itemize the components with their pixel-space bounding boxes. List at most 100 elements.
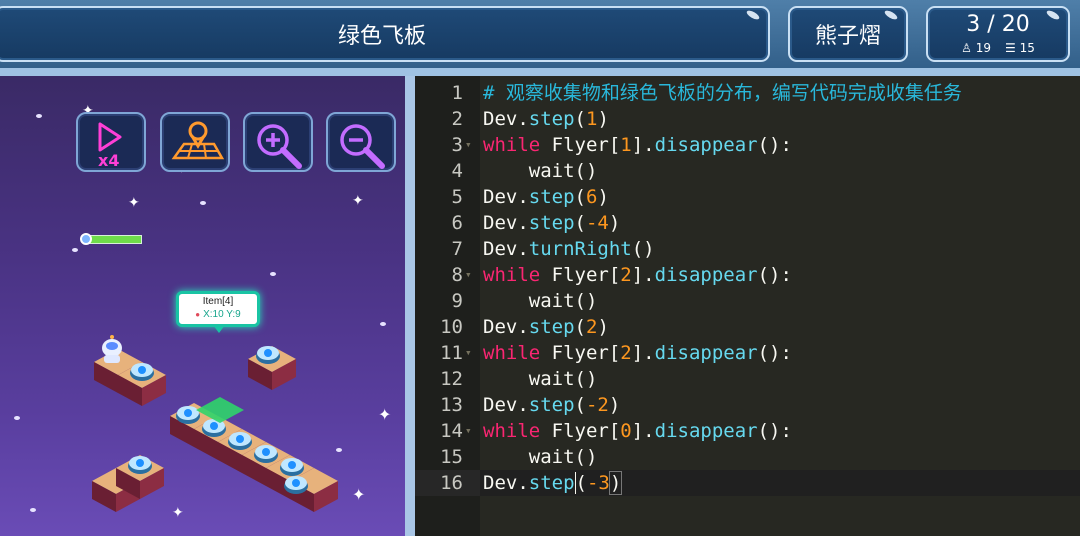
health-fill [87, 236, 141, 243]
code-text: wait() [483, 288, 598, 314]
code-line[interactable]: 16 Dev.step(-3) [415, 470, 1080, 496]
line-number: 16 [440, 472, 463, 494]
code-token: Flyer[ [540, 420, 621, 442]
code-token: disappear [654, 134, 758, 156]
line-number: 4 [451, 160, 463, 182]
code-token: step [528, 212, 575, 234]
line-number: 2 [451, 108, 463, 130]
code-line[interactable]: 14 ▾ while Flyer[0].disappear(): [415, 418, 1080, 444]
code-line[interactable]: 8 ▾ while Flyer[2].disappear(): [415, 262, 1080, 288]
collectible-item [202, 419, 226, 437]
code-line[interactable]: 13 Dev.step(-2) [415, 392, 1080, 418]
panel-splitter[interactable] [405, 76, 415, 536]
header-divider [0, 68, 1080, 76]
code-token: ]. [631, 342, 655, 364]
code-token: (): [757, 264, 792, 286]
code-token: wait() [483, 290, 598, 312]
code-token: ) [608, 212, 621, 234]
code-token: disappear [654, 264, 758, 286]
fold-toggle-icon[interactable]: ▾ [465, 262, 472, 288]
code-token: Dev. [483, 394, 529, 416]
code-line[interactable]: 11 ▾ while Flyer[2].disappear(): [415, 340, 1080, 366]
code-line[interactable]: 6 Dev.step(-4) [415, 210, 1080, 236]
game-viewport[interactable]: ✦ ✦ ✦ ✦ ✦ ✦ ✦ x4 [0, 76, 405, 536]
code-token: Dev. [483, 472, 529, 494]
code-token: Dev. [483, 212, 529, 234]
code-line[interactable]: 12 wait() [415, 366, 1080, 392]
code-token: ( [574, 316, 586, 338]
code-token: while [483, 134, 541, 156]
code-token: disappear [654, 342, 758, 364]
user-name: 熊子熠 [814, 24, 881, 49]
code-token: (): [757, 342, 792, 364]
code-token: while [483, 420, 541, 442]
code-token: 0 [620, 420, 632, 442]
health-bar [86, 235, 142, 244]
code-line[interactable]: 5 Dev.step(6) [415, 184, 1080, 210]
code-line[interactable]: 2 Dev.step(1) [415, 106, 1080, 132]
code-line[interactable]: 4 wait() [415, 158, 1080, 184]
code-token: 1 [620, 134, 632, 156]
line-number: 3 [451, 134, 463, 156]
shine-decoration [1045, 8, 1061, 22]
code-token: Dev. [483, 238, 529, 260]
code-token: Dev. [483, 108, 529, 130]
code-text: Dev.step(-2) [483, 392, 620, 418]
location-pin-icon: ● [195, 310, 201, 319]
collectible-item [284, 476, 308, 494]
line-number: 1 [451, 82, 463, 104]
code-token: 1 [585, 108, 598, 130]
code-line[interactable]: 3 ▾ while Flyer[1].disappear(): [415, 132, 1080, 158]
code-token: -2 [585, 394, 609, 416]
code-token: Dev. [483, 186, 529, 208]
code-token: (): [757, 420, 792, 442]
code-text: wait() [483, 158, 598, 184]
level-progress-button[interactable]: 3 / 20 ♙ 19 ☰ 15 [926, 6, 1070, 62]
code-token: ( [574, 212, 586, 234]
collectible-item [228, 432, 252, 450]
code-line[interactable]: 10 Dev.step(2) [415, 314, 1080, 340]
code-token: step [528, 316, 575, 338]
line-number: 15 [440, 446, 463, 468]
list-icon: ☰ [1005, 41, 1016, 55]
code-line[interactable]: 9 wait() [415, 288, 1080, 314]
code-text: # 观察收集物和绿色飞板的分布，编写代码完成收集任务 [483, 80, 962, 106]
code-editor[interactable]: 1 # 观察收集物和绿色飞板的分布，编写代码完成收集任务 2 Dev.step(1) 3… [415, 76, 1080, 536]
code-text: Dev.turnRight() [483, 236, 655, 262]
code-token: ) [597, 186, 609, 208]
line-number: 13 [440, 394, 463, 416]
fold-toggle-icon[interactable]: ▾ [465, 418, 472, 444]
code-token: ) [608, 394, 621, 416]
robot-character [102, 335, 122, 363]
line-number: 10 [440, 316, 463, 338]
code-line[interactable]: 1 # 观察收集物和绿色飞板的分布，编写代码完成收集任务 [415, 80, 1080, 106]
code-token: wait() [483, 160, 598, 182]
flask-icon: ♙ [961, 41, 972, 55]
code-text: Dev.step(6) [483, 184, 609, 210]
code-text: while Flyer[2].disappear(): [483, 262, 792, 288]
code-token: while [483, 342, 541, 364]
line-number: 12 [440, 368, 463, 390]
code-line[interactable]: 15 wait() [415, 444, 1080, 470]
level-title: 绿色飞板 [337, 24, 426, 49]
code-token: turnRight [528, 238, 632, 260]
code-line[interactable]: 7 Dev.turnRight() [415, 236, 1080, 262]
collectible-item [130, 363, 154, 381]
code-token: 2 [585, 316, 598, 338]
code-text: Dev.step(-3) [483, 470, 623, 496]
fold-toggle-icon[interactable]: ▾ [465, 340, 472, 366]
collectible-item [256, 346, 280, 364]
code-token: while [483, 264, 541, 286]
fold-toggle-icon[interactable]: ▾ [465, 132, 472, 158]
code-text: wait() [483, 444, 598, 470]
item-tooltip: Item[4] ● X:10 Y:9 [176, 291, 260, 333]
code-token: ( [574, 108, 586, 130]
tooltip-item-name: Item[4] [202, 296, 234, 307]
collectible-item [280, 458, 304, 476]
collectible-item [176, 406, 200, 424]
line-number: 14 [440, 420, 463, 442]
code-token: Flyer[ [540, 134, 621, 156]
user-name-button[interactable]: 熊子熠 [788, 6, 908, 62]
code-token: -3 [586, 472, 610, 494]
code-token: Dev. [483, 316, 529, 338]
